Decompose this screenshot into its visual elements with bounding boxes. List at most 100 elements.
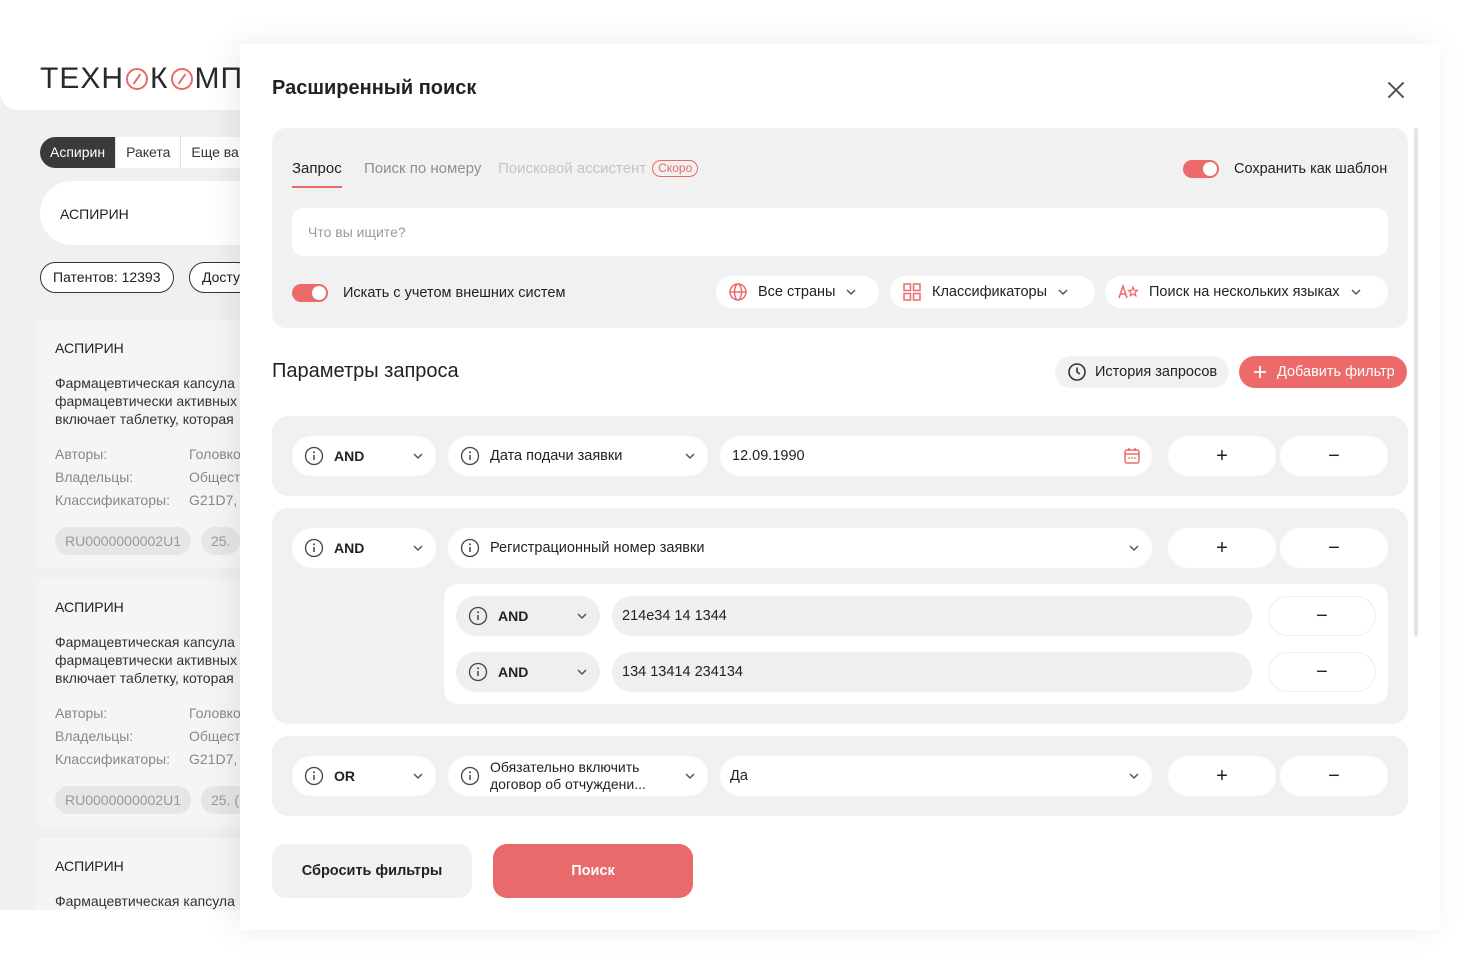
- compass-icon: [126, 68, 149, 90]
- info-icon: [304, 446, 324, 466]
- add-condition-button[interactable]: +: [1168, 528, 1276, 568]
- calendar-icon[interactable]: [1122, 446, 1142, 466]
- add-condition-button[interactable]: +: [1168, 756, 1276, 796]
- reset-filters-button[interactable]: Сбросить фильтры: [272, 844, 472, 898]
- chevron-down-icon: [413, 545, 423, 552]
- info-icon: [460, 538, 480, 558]
- search-field[interactable]: АСПИРИН: [40, 181, 240, 245]
- tab-number-search[interactable]: Поиск по номеру: [364, 160, 481, 177]
- patent-number-chip: RU0000000002U1: [55, 527, 191, 555]
- card-title: АСПИРИН: [55, 340, 124, 356]
- app-header: ТЕХН К МП: [0, 44, 240, 110]
- meta-key: Авторы:: [55, 705, 108, 721]
- card-title: АСПИРИН: [55, 858, 124, 874]
- operator-select[interactable]: OR: [292, 756, 436, 796]
- remove-condition-button[interactable]: −: [1280, 756, 1388, 796]
- operator-select[interactable]: AND: [456, 652, 600, 692]
- filter-group: AND Регистрационный номер заявки + − AND…: [272, 508, 1408, 724]
- close-icon: [1388, 82, 1404, 98]
- remove-condition-button[interactable]: −: [1280, 436, 1388, 476]
- plus-icon: [1254, 366, 1266, 378]
- chevron-down-icon: [846, 289, 856, 296]
- modal-title: Расширенный поиск: [272, 77, 477, 99]
- chevron-down-icon: [685, 453, 695, 460]
- chevron-down-icon: [1129, 773, 1139, 780]
- card-description: Фармацевтическая капсула фармацевтически…: [55, 634, 237, 686]
- meta-key: Владельцы:: [55, 728, 134, 744]
- chevron-down-icon: [577, 669, 587, 676]
- number-input[interactable]: 134 13414 234134: [612, 652, 1252, 692]
- field-select[interactable]: Регистрационный номер заявки: [448, 528, 1152, 568]
- info-icon: [468, 606, 488, 626]
- chevron-down-icon: [413, 453, 423, 460]
- value-select[interactable]: Да: [720, 756, 1152, 796]
- chevron-down-icon: [1058, 289, 1068, 296]
- chevron-down-icon: [685, 773, 695, 780]
- params-title: Параметры запроса: [272, 360, 459, 382]
- query-tab[interactable]: Еще ва: [181, 137, 240, 168]
- save-template-label: Сохранить как шаблон: [1234, 161, 1388, 177]
- card-title: АСПИРИН: [55, 599, 124, 615]
- languages-dropdown[interactable]: Поиск на нескольких языках: [1105, 276, 1388, 308]
- access-pill[interactable]: Досту: [189, 262, 240, 293]
- external-systems-label: Искать с учетом внешних систем: [343, 285, 566, 301]
- classifiers-dropdown[interactable]: Классификаторы: [890, 276, 1095, 308]
- meta-value: Общест: [189, 469, 240, 485]
- date-chip: 25. (: [200, 786, 240, 814]
- meta-value: Общест: [189, 728, 240, 744]
- add-condition-button[interactable]: +: [1168, 436, 1276, 476]
- date-input[interactable]: 12.09.1990: [720, 436, 1152, 476]
- query-tab[interactable]: Ракета: [116, 137, 182, 168]
- operator-select[interactable]: AND: [456, 596, 600, 636]
- card-description: Фармацевтическая капсула: [55, 893, 235, 909]
- meta-key: Классификаторы:: [55, 492, 170, 508]
- result-card[interactable]: АСПИРИН Фармацевтическая капсула: [36, 838, 240, 910]
- info-icon: [460, 766, 480, 786]
- patent-number-chip: RU0000000002U1: [55, 786, 191, 814]
- background-app: ТЕХН К МП Аспирин Ракета Еще ва АСПИРИН Па…: [0, 44, 240, 910]
- number-input[interactable]: 214e34 14 1344: [612, 596, 1252, 636]
- grid-icon: [903, 283, 921, 301]
- operator-select[interactable]: AND: [292, 436, 436, 476]
- remove-subcondition-button[interactable]: −: [1268, 652, 1376, 692]
- history-button[interactable]: История запросов: [1055, 356, 1230, 388]
- countries-dropdown[interactable]: Все страны: [716, 276, 879, 308]
- scrollbar[interactable]: [1414, 128, 1418, 636]
- search-input[interactable]: [292, 208, 1388, 256]
- add-filter-button[interactable]: Добавить фильтр: [1239, 356, 1407, 388]
- chevron-down-icon: [1351, 289, 1361, 296]
- remove-condition-button[interactable]: −: [1280, 528, 1388, 568]
- globe-icon: [729, 283, 747, 301]
- filter-group: OR Обязательно включить договор об отчуж…: [272, 736, 1408, 816]
- info-icon: [304, 538, 324, 558]
- info-icon: [468, 662, 488, 682]
- info-icon: [460, 446, 480, 466]
- meta-value: G21D7,: [189, 492, 238, 508]
- clock-icon: [1068, 363, 1086, 381]
- meta-value: G21D7,: [189, 751, 238, 767]
- patents-count-pill[interactable]: Патентов: 12393: [40, 262, 174, 293]
- save-template-toggle[interactable]: [1183, 160, 1219, 178]
- info-icon: [304, 766, 324, 786]
- result-card[interactable]: АСПИРИН Фармацевтическая капсула фармаце…: [36, 579, 240, 827]
- remove-subcondition-button[interactable]: −: [1268, 596, 1376, 636]
- tab-query[interactable]: Запрос: [292, 160, 342, 188]
- subcondition-list: AND 214e34 14 1344 − AND 134 13414 23413…: [444, 584, 1388, 704]
- meta-value: Головко: [189, 705, 240, 721]
- chevron-down-icon: [577, 613, 587, 620]
- query-panel: Запрос Поиск по номеру Поисковой ассисте…: [272, 128, 1408, 328]
- field-select[interactable]: Дата подачи заявки: [448, 436, 708, 476]
- field-select[interactable]: Обязательно включить договор об отчужден…: [448, 756, 708, 796]
- meta-key: Владельцы:: [55, 469, 134, 485]
- operator-select[interactable]: AND: [292, 528, 436, 568]
- chevron-down-icon: [413, 773, 423, 780]
- search-button[interactable]: Поиск: [493, 844, 693, 898]
- result-card[interactable]: АСПИРИН Фармацевтическая капсула фармаце…: [36, 320, 240, 568]
- query-tab[interactable]: Аспирин: [40, 137, 117, 168]
- close-button[interactable]: [1380, 74, 1412, 106]
- soon-badge: Скоро: [652, 160, 699, 177]
- external-systems-toggle[interactable]: [292, 284, 328, 302]
- card-description: Фармацевтическая капсула фармацевтически…: [55, 375, 237, 427]
- date-chip: 25.: [200, 527, 240, 555]
- advanced-search-modal: Расширенный поиск Запрос Поиск по номеру…: [240, 44, 1440, 930]
